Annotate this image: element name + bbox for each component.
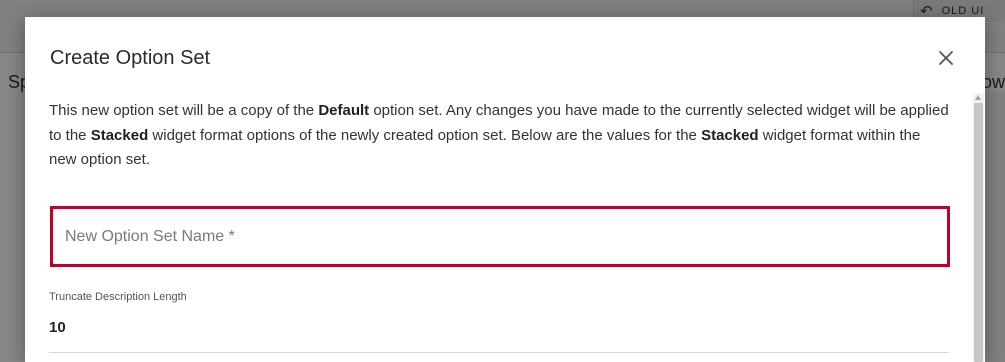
widget-format-name: Stacked	[90, 126, 149, 144]
truncate-description-length-value[interactable]: 10	[49, 319, 66, 336]
scrollbar-thumb[interactable]	[974, 103, 983, 362]
create-option-set-dialog: Create Option Set This new option set wi…	[25, 17, 985, 362]
option-set-name-field[interactable]	[50, 206, 950, 267]
truncate-description-length-label: Truncate Description Length	[49, 291, 187, 303]
widget-format-name: Stacked	[701, 126, 759, 144]
truncate-field-underline	[49, 352, 949, 353]
scroll-up-arrow-icon[interactable]	[975, 95, 981, 100]
close-button[interactable]	[931, 43, 961, 73]
option-set-name-input[interactable]	[53, 209, 947, 264]
close-icon	[939, 51, 953, 65]
dialog-scrollbar[interactable]	[973, 93, 984, 362]
dialog-title: Create Option Set	[50, 47, 211, 69]
default-option-set-name: Default	[318, 102, 370, 119]
dialog-description: This new option set will be a copy of th…	[49, 102, 949, 168]
